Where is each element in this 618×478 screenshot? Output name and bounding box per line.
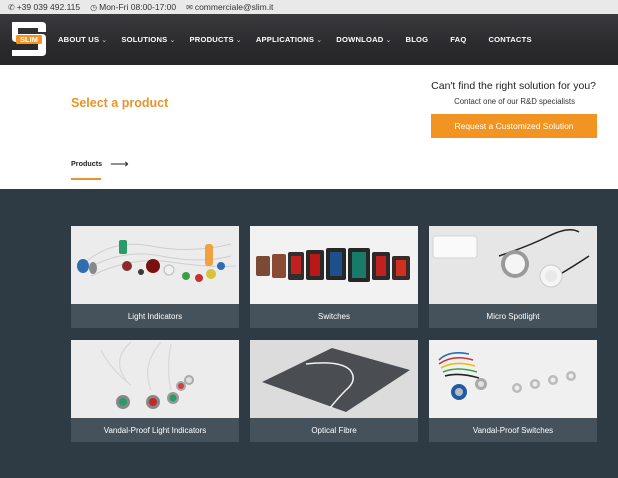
- menu-label: DOWNLOAD: [336, 35, 384, 44]
- menu-download[interactable]: DOWNLOAD ⌄: [336, 35, 391, 44]
- top-info-bar: ✆ +39 039 492.115 ◷ Mon-Fri 08:00-17:00 …: [0, 0, 618, 14]
- menu-blog[interactable]: BLOG: [406, 35, 429, 44]
- vandal-proof-switches-photo: [429, 340, 597, 418]
- products-section: Light Indicators Switches Micro Spotligh…: [0, 189, 618, 478]
- menu-faq[interactable]: FAQ: [450, 35, 466, 44]
- product-label: Vandal-Proof Light Indicators: [71, 418, 239, 442]
- menu-label: CONTACTS: [488, 35, 532, 44]
- product-card-micro-spotlight[interactable]: Micro Spotlight: [429, 226, 597, 328]
- email-info[interactable]: ✉ commerciale@slim.it: [186, 2, 273, 12]
- product-card-light-indicators[interactable]: Light Indicators: [71, 226, 239, 328]
- vandal-proof-indicators-photo: [71, 340, 239, 418]
- product-card-vandal-proof-switches[interactable]: Vandal-Proof Switches: [429, 340, 597, 442]
- chevron-down-icon: ⌄: [316, 36, 323, 44]
- logo-text: SLIM: [20, 35, 38, 44]
- phone-icon: ✆: [8, 2, 15, 12]
- phone-info[interactable]: ✆ +39 039 492.115: [8, 2, 80, 12]
- product-label: Switches: [250, 304, 418, 328]
- product-card-optical-fibre[interactable]: Optical Fibre: [250, 340, 418, 442]
- products-underline: [71, 178, 101, 180]
- clock-icon: ◷: [90, 2, 98, 12]
- cant-find-heading: Can't find the right solution for you?: [431, 80, 596, 92]
- phone-number: +39 039 492.115: [16, 2, 81, 12]
- product-label: Light Indicators: [71, 304, 239, 328]
- menu-bar: ABOUT US ⌄ SOLUTIONS ⌄ PRODUCTS ⌄ APPLICATI…: [58, 14, 546, 65]
- menu-label: FAQ: [450, 35, 467, 44]
- chevron-down-icon: ⌄: [101, 36, 108, 44]
- chevron-down-icon: ⌄: [385, 36, 392, 44]
- menu-label: SOLUTIONS: [121, 35, 168, 44]
- product-label: Vandal-Proof Switches: [429, 418, 597, 442]
- menu-label: APPLICATIONS: [255, 35, 315, 44]
- hero-section: Select a product Can't find the right so…: [0, 65, 618, 189]
- menu-about-us[interactable]: ABOUT US ⌄: [58, 35, 107, 44]
- email-address: commerciale@slim.it: [194, 2, 274, 12]
- product-label: Micro Spotlight: [429, 304, 597, 328]
- page-title: Select a product: [71, 96, 169, 110]
- products-link-label: Products: [71, 159, 103, 168]
- request-customized-solution-button[interactable]: Request a Customized Solution: [431, 114, 597, 138]
- arrow-right-icon: ⟶: [110, 156, 129, 171]
- opening-hours: Mon-Fri 08:00-17:00: [99, 2, 177, 12]
- contact-specialists-text: Contact one of our R&D specialists: [454, 97, 575, 106]
- menu-label: PRODUCTS: [189, 35, 234, 44]
- product-card-vandal-proof-light-indicators[interactable]: Vandal-Proof Light Indicators: [71, 340, 239, 442]
- menu-solutions[interactable]: SOLUTIONS ⌄: [121, 35, 175, 44]
- menu-contacts[interactable]: CONTACTS: [488, 35, 531, 44]
- switches-photo: [250, 226, 418, 304]
- menu-label: BLOG: [405, 35, 429, 44]
- chevron-down-icon: ⌄: [169, 36, 176, 44]
- optical-fibre-photo: [250, 340, 418, 418]
- product-label: Optical Fibre: [250, 418, 418, 442]
- chevron-down-icon: ⌄: [235, 36, 242, 44]
- light-indicators-photo: [71, 226, 239, 304]
- main-navigation: SLIM ABOUT US ⌄ SOLUTIONS ⌄ PRODUCTS ⌄ APPL…: [0, 14, 618, 65]
- micro-spotlight-photo: [429, 226, 597, 304]
- menu-applications[interactable]: APPLICATIONS ⌄: [256, 35, 322, 44]
- menu-products[interactable]: PRODUCTS ⌄: [190, 35, 242, 44]
- envelope-icon: ✉: [186, 2, 193, 12]
- slim-logo[interactable]: SLIM: [8, 18, 50, 60]
- menu-label: ABOUT US: [58, 35, 100, 44]
- hours-info: ◷ Mon-Fri 08:00-17:00: [90, 2, 176, 12]
- products-link[interactable]: Products ⟶: [71, 156, 129, 171]
- product-card-switches[interactable]: Switches: [250, 226, 418, 328]
